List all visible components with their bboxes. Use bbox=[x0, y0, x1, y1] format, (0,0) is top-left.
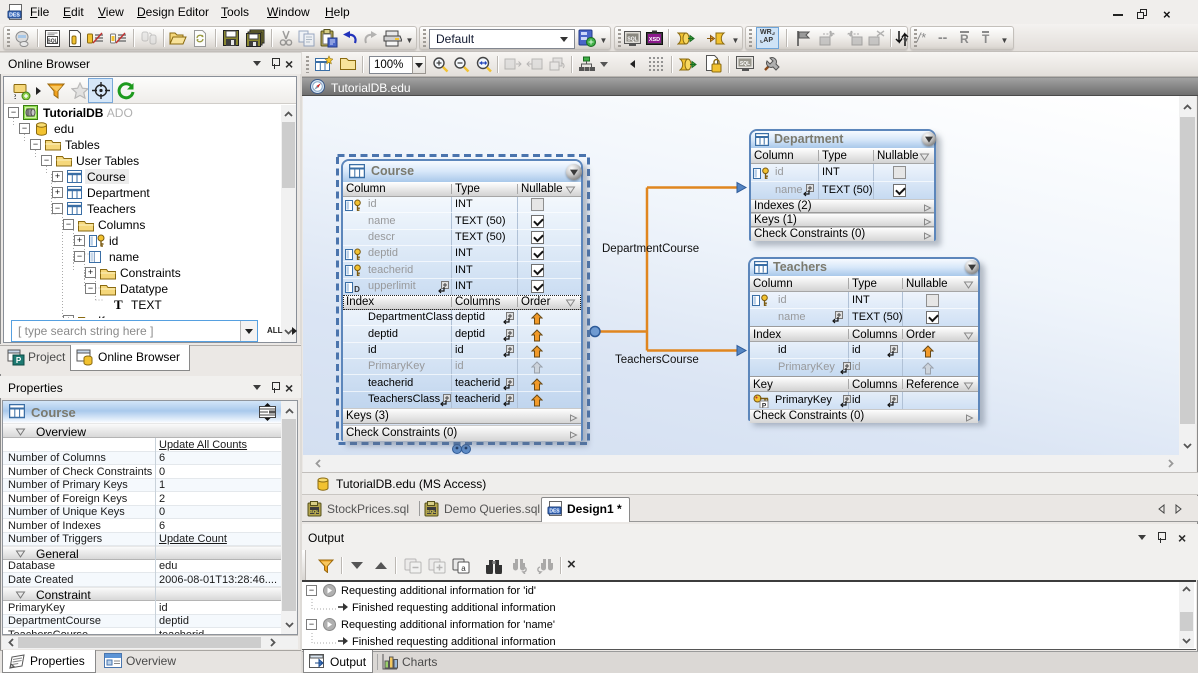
svg-text:SQL: SQL bbox=[310, 509, 320, 514]
svg-text:D: D bbox=[354, 285, 360, 294]
svg-text:XSD: XSD bbox=[649, 37, 660, 43]
svg-text:DES: DES bbox=[549, 509, 560, 515]
svg-text:DES: DES bbox=[9, 13, 20, 19]
svg-text:a: a bbox=[461, 564, 466, 573]
svg-text:P: P bbox=[16, 356, 22, 365]
svg-text:SQL: SQL bbox=[627, 37, 637, 43]
svg-text:SQL: SQL bbox=[427, 509, 437, 514]
svg-text:SQL: SQL bbox=[740, 61, 750, 67]
svg-text:P: P bbox=[762, 403, 767, 409]
svg-text:SQL: SQL bbox=[47, 39, 57, 45]
